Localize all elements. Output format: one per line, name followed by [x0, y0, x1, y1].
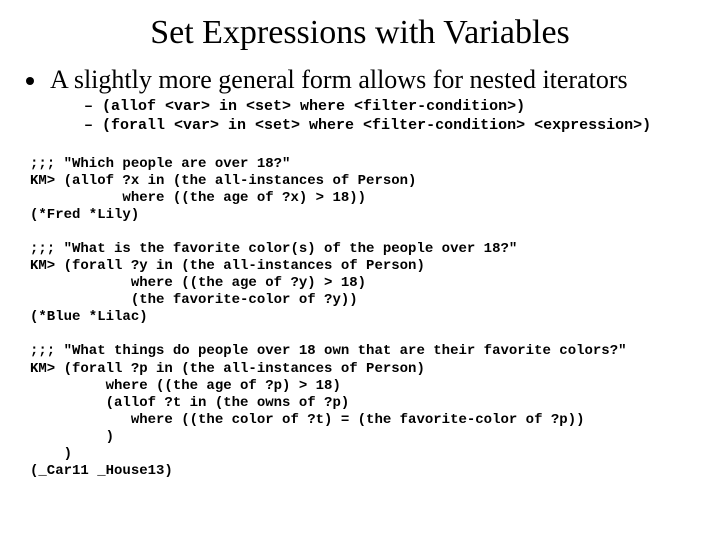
bullet-sub-0: (allof <var> in <set> where <filter-cond… — [84, 98, 700, 117]
slide: Set Expressions with Variables A slightl… — [0, 0, 720, 540]
slide-title: Set Expressions with Variables — [20, 14, 700, 52]
bullet-list: A slightly more general form allows for … — [30, 66, 700, 136]
bullet-sub-1: (forall <var> in <set> where <filter-con… — [84, 117, 700, 136]
bullet-main: A slightly more general form allows for … — [48, 66, 700, 136]
bullet-sub-list: (allof <var> in <set> where <filter-cond… — [84, 98, 700, 136]
code-examples: ;;; "Which people are over 18?" KM> (all… — [30, 156, 700, 480]
bullet-main-text: A slightly more general form allows for … — [50, 65, 628, 94]
